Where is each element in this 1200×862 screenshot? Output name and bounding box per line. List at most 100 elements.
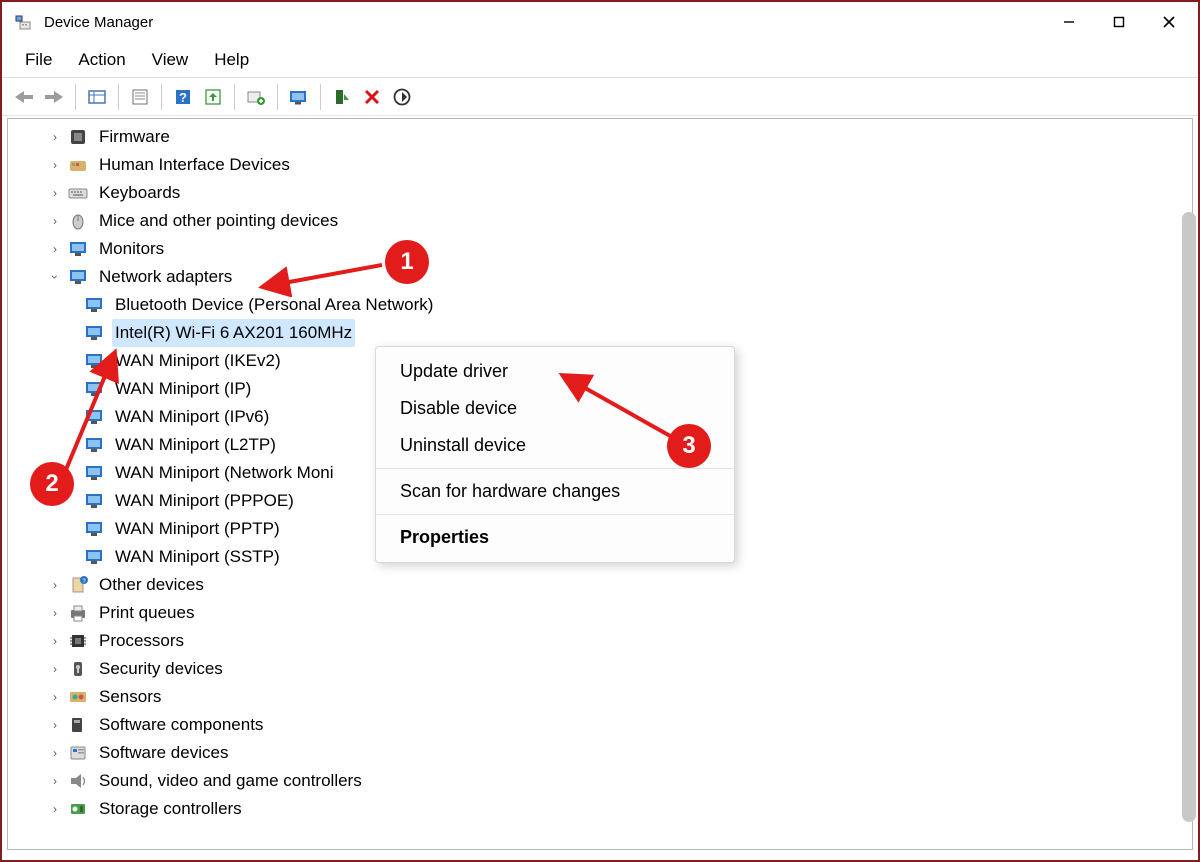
menu-action[interactable]: Action xyxy=(65,46,138,74)
vertical-scrollbar[interactable] xyxy=(1182,212,1196,822)
tree-category-label: Firmware xyxy=(96,123,173,151)
chevron-right-icon[interactable]: › xyxy=(46,716,64,734)
close-button[interactable] xyxy=(1144,6,1194,38)
minimize-button[interactable] xyxy=(1044,6,1094,38)
tree-category-sound[interactable]: › Sound, video and game controllers xyxy=(28,767,1172,795)
tree-category-keyboards[interactable]: › Keyboards xyxy=(28,179,1172,207)
toolbar-rescan[interactable] xyxy=(388,83,416,111)
toolbar-show-hidden[interactable] xyxy=(83,83,111,111)
chevron-right-icon[interactable]: › xyxy=(46,212,64,230)
chevron-right-icon[interactable]: › xyxy=(46,800,64,818)
tree-item-label: Bluetooth Device (Personal Area Network) xyxy=(112,291,436,319)
chevron-right-icon[interactable]: › xyxy=(46,744,64,762)
printer-icon xyxy=(68,603,88,623)
toolbar-update-driver[interactable] xyxy=(199,83,227,111)
software-component-icon xyxy=(68,715,88,735)
tree-category-print-queues[interactable]: › Print queues xyxy=(28,599,1172,627)
toolbar-scan[interactable] xyxy=(285,83,313,111)
tree-category-label: Monitors xyxy=(96,235,167,263)
toolbar-separator xyxy=(234,84,235,110)
chevron-right-icon[interactable]: › xyxy=(46,128,64,146)
tree-item-label: WAN Miniport (IKEv2) xyxy=(112,347,284,375)
storage-icon xyxy=(68,799,88,819)
tree-category-label: Sensors xyxy=(96,683,164,711)
tree-category-label: Software devices xyxy=(96,739,231,767)
context-menu-scan-hardware[interactable]: Scan for hardware changes xyxy=(376,473,734,510)
tree-item-label: Intel(R) Wi-Fi 6 AX201 160MHz xyxy=(112,319,355,347)
tree-category-storage[interactable]: › Storage controllers xyxy=(28,795,1172,823)
toolbar-uninstall[interactable] xyxy=(242,83,270,111)
maximize-button[interactable] xyxy=(1094,6,1144,38)
tree-item-selected[interactable]: Intel(R) Wi-Fi 6 AX201 160MHz xyxy=(28,319,1172,347)
app-icon xyxy=(14,12,34,32)
network-device-icon xyxy=(84,295,104,315)
network-device-icon xyxy=(84,323,104,343)
context-menu-properties[interactable]: Properties xyxy=(376,519,734,556)
tree-category-label: Sound, video and game controllers xyxy=(96,767,365,795)
security-icon xyxy=(68,659,88,679)
network-device-icon xyxy=(84,547,104,567)
tree-category-processors[interactable]: › Processors xyxy=(28,627,1172,655)
menu-file[interactable]: File xyxy=(12,46,65,74)
menu-help[interactable]: Help xyxy=(201,46,262,74)
tree-category-label: Mice and other pointing devices xyxy=(96,207,341,235)
toolbar-separator xyxy=(277,84,278,110)
tree-category-other-devices[interactable]: › ? Other devices xyxy=(28,571,1172,599)
toolbar-separator xyxy=(161,84,162,110)
tree-category-label: Other devices xyxy=(96,571,207,599)
annotation-badge-3: 3 xyxy=(667,424,711,468)
tree-item[interactable]: Bluetooth Device (Personal Area Network) xyxy=(28,291,1172,319)
tree-category-network-adapters[interactable]: › Network adapters xyxy=(28,263,1172,291)
chevron-right-icon[interactable]: › xyxy=(46,156,64,174)
mouse-icon xyxy=(68,211,88,231)
chevron-down-icon[interactable]: › xyxy=(46,268,64,286)
chevron-right-icon[interactable]: › xyxy=(46,184,64,202)
annotation-number: 1 xyxy=(400,248,413,276)
tree-category-label: Network adapters xyxy=(96,263,235,291)
context-menu-disable-device[interactable]: Disable device xyxy=(376,390,734,427)
toolbar-forward[interactable] xyxy=(40,83,68,111)
tree-category-sensors[interactable]: › Sensors xyxy=(28,683,1172,711)
toolbar-enable[interactable] xyxy=(328,83,356,111)
toolbar: ? xyxy=(2,78,1198,116)
toolbar-help[interactable]: ? xyxy=(169,83,197,111)
chevron-right-icon[interactable]: › xyxy=(46,576,64,594)
chevron-right-icon[interactable]: › xyxy=(46,688,64,706)
tree-category-security-devices[interactable]: › Security devices xyxy=(28,655,1172,683)
tree-category-monitors[interactable]: › Monitors xyxy=(28,235,1172,263)
menu-view[interactable]: View xyxy=(139,46,202,74)
toolbar-separator xyxy=(320,84,321,110)
chevron-right-icon[interactable]: › xyxy=(46,660,64,678)
cpu-icon xyxy=(68,631,88,651)
tree-item-label: WAN Miniport (SSTP) xyxy=(112,543,283,571)
hid-icon xyxy=(68,155,88,175)
tree-category-mice[interactable]: › Mice and other pointing devices xyxy=(28,207,1172,235)
tree-category-firmware[interactable]: › Firmware xyxy=(28,123,1172,151)
tree-category-software-components[interactable]: › Software components xyxy=(28,711,1172,739)
tree-category-label: Software components xyxy=(96,711,266,739)
context-menu-update-driver[interactable]: Update driver xyxy=(376,353,734,390)
tree-category-label: Storage controllers xyxy=(96,795,245,823)
menubar: File Action View Help xyxy=(2,42,1198,78)
toolbar-back[interactable] xyxy=(10,83,38,111)
tree-item-label: WAN Miniport (L2TP) xyxy=(112,431,279,459)
chevron-right-icon[interactable]: › xyxy=(46,772,64,790)
toolbar-properties[interactable] xyxy=(126,83,154,111)
tree-item-label: WAN Miniport (IPv6) xyxy=(112,403,272,431)
network-device-icon xyxy=(84,407,104,427)
tree-item-label: WAN Miniport (PPTP) xyxy=(112,515,283,543)
tree-category-label: Print queues xyxy=(96,599,197,627)
annotation-number: 2 xyxy=(45,470,58,498)
sensor-icon xyxy=(68,687,88,707)
network-device-icon xyxy=(84,519,104,539)
window-title: Device Manager xyxy=(44,14,153,31)
network-device-icon xyxy=(84,351,104,371)
network-device-icon xyxy=(84,435,104,455)
toolbar-separator xyxy=(75,84,76,110)
chevron-right-icon[interactable]: › xyxy=(46,632,64,650)
chevron-right-icon[interactable]: › xyxy=(46,604,64,622)
toolbar-disable[interactable] xyxy=(358,83,386,111)
chevron-right-icon[interactable]: › xyxy=(46,240,64,258)
tree-category-software-devices[interactable]: › Software devices xyxy=(28,739,1172,767)
tree-category-hid[interactable]: › Human Interface Devices xyxy=(28,151,1172,179)
